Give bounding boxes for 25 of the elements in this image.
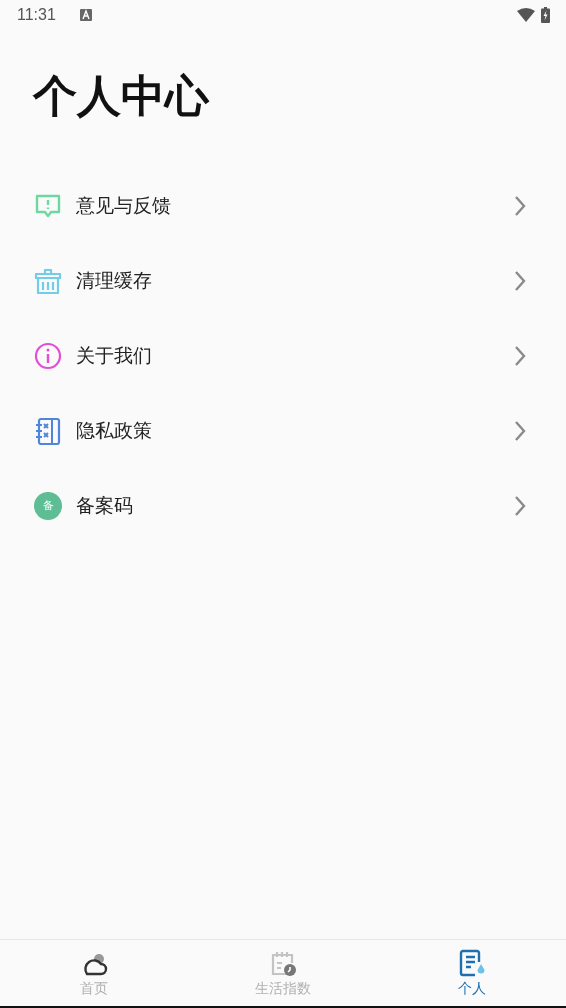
tab[interactable]: 个人 — [377, 940, 566, 1006]
chevron-right-icon — [514, 494, 526, 517]
battery-icon — [541, 7, 550, 23]
notification-icon — [79, 9, 92, 21]
basket-icon — [34, 266, 62, 295]
wifi-icon — [517, 8, 535, 22]
menu-item[interactable]: 关于我们 — [0, 318, 566, 393]
status-time: 11:31 — [17, 6, 56, 24]
chevron-right-icon — [514, 419, 526, 442]
menu-item-label: 意见与反馈 — [76, 192, 172, 218]
info-icon — [34, 341, 62, 370]
record-badge: 备 — [34, 491, 62, 520]
menu-item[interactable]: 意见与反馈 — [0, 168, 566, 243]
chevron-right-icon — [514, 269, 526, 292]
menu-item[interactable]: 隐私政策 — [0, 393, 566, 468]
menu-item-label: 清理缓存 — [76, 267, 153, 293]
menu-item[interactable]: 清理缓存 — [0, 243, 566, 318]
chevron-right-icon — [514, 194, 526, 217]
page-title: 个人中心 — [33, 69, 211, 123]
menu-item-label: 备案码 — [76, 492, 134, 518]
menu-item[interactable]: 备 备案码 — [0, 468, 566, 543]
notebook-icon — [34, 416, 62, 445]
menu-item-label: 关于我们 — [76, 342, 153, 368]
menu-item-label: 隐私政策 — [76, 417, 153, 443]
chevron-right-icon — [514, 344, 526, 367]
